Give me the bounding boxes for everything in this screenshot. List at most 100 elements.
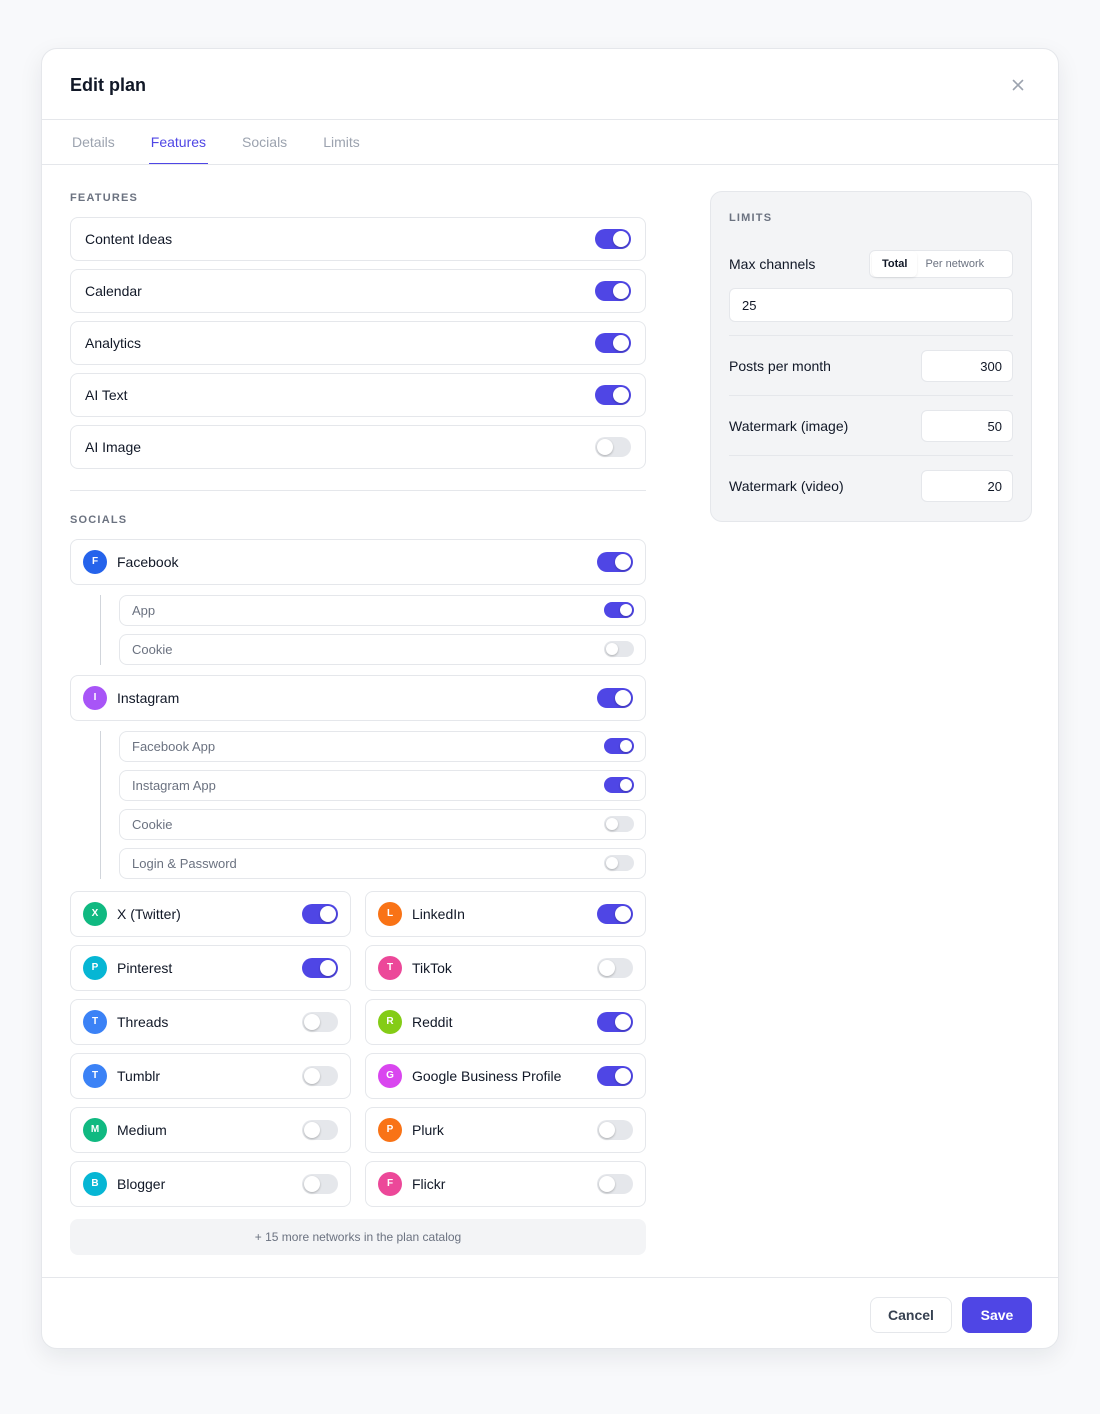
feature-toggle-content-ideas[interactable] [595, 229, 631, 249]
auth-method-label: App [132, 603, 156, 618]
limits-section-label: LIMITS [729, 212, 773, 224]
social-row-threads: T Threads [70, 999, 351, 1045]
network-avatar: X [83, 902, 107, 926]
auth-method-row-login-password: Login & Password [119, 848, 646, 879]
tree-connector [100, 731, 101, 879]
max-channels-input[interactable] [729, 288, 1013, 322]
network-avatar: M [83, 1118, 107, 1142]
toggle-knob [320, 906, 336, 922]
network-avatar: F [378, 1172, 402, 1196]
toggle-knob [606, 818, 618, 830]
auth-method-toggle-login-password[interactable] [604, 855, 634, 871]
feature-label: Content Ideas [85, 231, 173, 247]
watermark-image-input[interactable] [921, 410, 1013, 442]
social-toggle-flickr[interactable] [597, 1174, 633, 1194]
social-toggle-blogger[interactable] [302, 1174, 338, 1194]
social-name: LinkedIn [412, 906, 465, 922]
toggle-knob [620, 779, 632, 791]
feature-toggle-ai-image[interactable] [595, 437, 631, 457]
feature-toggle-ai-text[interactable] [595, 385, 631, 405]
network-avatar: T [83, 1010, 107, 1034]
social-row-tiktok: T TikTok [365, 945, 646, 991]
auth-method-label: Instagram App [132, 778, 216, 793]
network-avatar: L [378, 902, 402, 926]
network-avatar: T [83, 1064, 107, 1088]
toggle-knob [620, 604, 632, 616]
tab-socials[interactable]: Socials [240, 121, 289, 165]
auth-method-toggle-facebook-app[interactable] [604, 738, 634, 754]
social-row-medium: M Medium [70, 1107, 351, 1153]
social-toggle-facebook[interactable] [597, 552, 633, 572]
network-avatar: T [378, 956, 402, 980]
features-divider [70, 490, 646, 491]
auth-method-label: Cookie [132, 642, 173, 657]
social-toggle-tiktok[interactable] [597, 958, 633, 978]
social-name: X (Twitter) [117, 906, 181, 922]
social-toggle-instagram[interactable] [597, 688, 633, 708]
toggle-knob [615, 1014, 631, 1030]
mode-per-network-option[interactable]: Per network [917, 251, 992, 277]
social-name: Plurk [412, 1122, 444, 1138]
more-networks-link[interactable]: + 15 more networks in the plan catalog [70, 1219, 646, 1255]
social-name: Tumblr [117, 1068, 161, 1084]
auth-method-row-cookie: Cookie [119, 634, 646, 665]
feature-row-analytics: Analytics [70, 321, 646, 365]
social-toggle-plurk[interactable] [597, 1120, 633, 1140]
social-toggle-google-business-profile[interactable] [597, 1066, 633, 1086]
network-avatar: P [378, 1118, 402, 1142]
header-divider [42, 119, 1058, 120]
network-avatar: B [83, 1172, 107, 1196]
social-row-reddit: R Reddit [365, 999, 646, 1045]
tab-details[interactable]: Details [70, 121, 117, 165]
auth-method-row-app: App [119, 595, 646, 626]
tab-limits[interactable]: Limits [321, 121, 362, 165]
social-toggle-tumblr[interactable] [302, 1066, 338, 1086]
feature-row-calendar: Calendar [70, 269, 646, 313]
toggle-knob [615, 554, 631, 570]
mode-total-option[interactable]: Total [872, 251, 918, 277]
auth-method-label: Facebook App [132, 739, 216, 754]
watermark-video-input[interactable] [921, 470, 1013, 502]
features-section-label: FEATURES [70, 192, 139, 204]
max-channels-mode-toggle: Total Per network [869, 250, 1013, 278]
auth-method-toggle-cookie[interactable] [604, 641, 634, 657]
social-toggle-x-twitter[interactable] [302, 904, 338, 924]
social-name: Flickr [412, 1176, 446, 1192]
cancel-button[interactable]: Cancel [870, 1297, 952, 1333]
watermark-image-label: Watermark (image) [729, 418, 849, 434]
auth-method-toggle-app[interactable] [604, 602, 634, 618]
social-toggle-linkedin[interactable] [597, 904, 633, 924]
auth-method-toggle-cookie[interactable] [604, 816, 634, 832]
socials-section-label: SOCIALS [70, 514, 128, 526]
max-channels-label: Max channels [729, 256, 816, 272]
dialog-title: Edit plan [70, 75, 146, 95]
social-toggle-pinterest[interactable] [302, 958, 338, 978]
social-row-tumblr: T Tumblr [70, 1053, 351, 1099]
feature-toggle-analytics[interactable] [595, 333, 631, 353]
tab-bar: Details Features Socials Limits [70, 121, 394, 165]
social-row-x-twitter: X X (Twitter) [70, 891, 351, 937]
auth-method-row-cookie: Cookie [119, 809, 646, 840]
social-name: Pinterest [117, 960, 173, 976]
social-toggle-medium[interactable] [302, 1120, 338, 1140]
social-row-instagram: I Instagram [70, 675, 646, 721]
auth-method-toggle-instagram-app[interactable] [604, 777, 634, 793]
save-button[interactable]: Save [962, 1297, 1032, 1333]
social-name: Instagram [117, 690, 180, 706]
close-icon[interactable] [1008, 75, 1028, 95]
toggle-knob [606, 643, 618, 655]
social-name: Blogger [117, 1176, 166, 1192]
social-toggle-threads[interactable] [302, 1012, 338, 1032]
auth-method-label: Cookie [132, 817, 173, 832]
feature-label: Calendar [85, 283, 142, 299]
tree-connector [100, 595, 101, 665]
posts-per-month-input[interactable] [921, 350, 1013, 382]
social-toggle-reddit[interactable] [597, 1012, 633, 1032]
limits-divider [729, 335, 1013, 336]
social-name: Facebook [117, 554, 179, 570]
feature-toggle-calendar[interactable] [595, 281, 631, 301]
toggle-knob [615, 906, 631, 922]
social-name: TikTok [412, 960, 452, 976]
limits-divider [729, 455, 1013, 456]
tab-features[interactable]: Features [148, 121, 209, 165]
